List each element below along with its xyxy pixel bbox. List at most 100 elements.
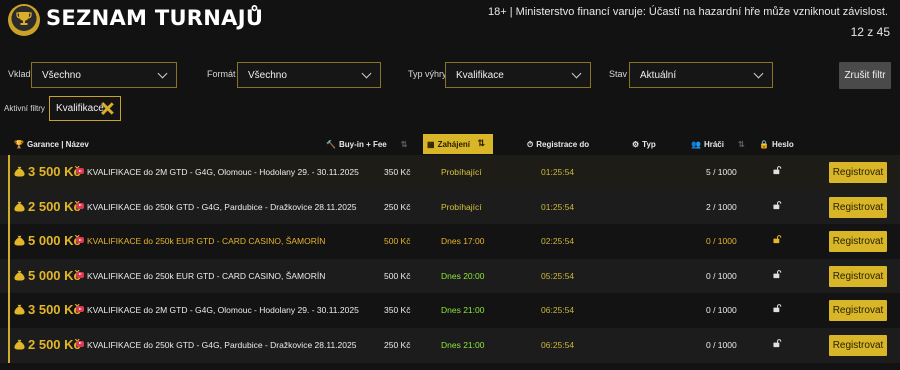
- column-hraci[interactable]: 👥 Hráči ⇅: [691, 140, 745, 149]
- row-start: Probíhající: [441, 167, 482, 177]
- youtube-icon: [76, 168, 84, 174]
- row-name[interactable]: KVALIFIKACE do 250k GTD - G4G, Pardubice…: [87, 340, 356, 350]
- filter-label-format: Formát: [207, 69, 236, 79]
- gear-icon: ⚙: [632, 140, 640, 149]
- row-garance: 2 500 Kč: [28, 336, 81, 352]
- format-select[interactable]: Všechno: [237, 62, 381, 88]
- table-row[interactable]: 5 000 Kč KVALIFIKACE do 250k EUR GTD - C…: [0, 258, 900, 294]
- register-button[interactable]: Registrovat: [829, 162, 887, 183]
- register-button[interactable]: Registrovat: [829, 334, 887, 356]
- youtube-icon: [76, 306, 84, 312]
- row-buyin: 500 Kč: [384, 270, 411, 281]
- format-select-value: Všechno: [248, 70, 287, 81]
- money-bag-icon: [14, 235, 25, 246]
- lock-icon: 🔒: [759, 140, 769, 149]
- youtube-icon: [76, 340, 84, 347]
- column-registrace[interactable]: ⏱ Registrace do: [527, 140, 589, 150]
- row-players: 0 / 1000: [706, 236, 737, 246]
- row-players: 0 / 1000: [706, 270, 737, 281]
- row-garance: 2 500 Kč: [28, 198, 81, 214]
- column-zahajeni[interactable]: ▦ Zahájení ⇅: [423, 134, 493, 154]
- money-bag-icon: [14, 304, 25, 315]
- column-garance[interactable]: 🏆 Garance | Název: [14, 140, 89, 149]
- row-buyin: 350 Kč: [384, 167, 411, 177]
- row-buyin: 250 Kč: [384, 201, 411, 212]
- unlocked-padlock-icon: [773, 166, 782, 175]
- unlocked-padlock-icon: [773, 200, 782, 209]
- register-button[interactable]: Registrovat: [829, 300, 887, 321]
- register-button[interactable]: Registrovat: [829, 196, 887, 218]
- chevron-down-icon: [571, 68, 582, 79]
- row-players: 0 / 1000: [706, 305, 737, 315]
- row-registration: 06:25:54: [541, 305, 575, 315]
- column-buyin[interactable]: 🔨 Buy-in + Fee ⇅: [326, 140, 407, 149]
- unlocked-padlock-icon: [773, 235, 782, 244]
- row-start: Dnes 20:00: [441, 270, 485, 281]
- money-bag-icon: [14, 339, 25, 350]
- filter-label-vklad: Vklad: [8, 69, 31, 79]
- row-accent-bar: [8, 327, 10, 363]
- row-name[interactable]: KVALIFIKACE do 2M GTD - G4G, Olomouc - H…: [87, 305, 359, 315]
- money-bag-icon: [14, 166, 25, 177]
- sort-icon[interactable]: ⇅: [401, 140, 408, 149]
- sort-icon[interactable]: ⇅: [738, 140, 745, 149]
- row-accent-bar: [8, 189, 10, 225]
- row-garance: 3 500 Kč: [28, 164, 81, 179]
- money-bag-icon: [14, 201, 25, 212]
- youtube-icon: [76, 237, 84, 243]
- table-row[interactable]: 3 500 Kč KVALIFIKACE do 2M GTD - G4G, Ol…: [0, 293, 900, 328]
- youtube-icon: [76, 271, 84, 278]
- row-buyin: 250 Kč: [384, 339, 411, 350]
- calendar-icon: ▦: [427, 140, 435, 149]
- sort-icon[interactable]: ⇅: [477, 138, 485, 149]
- row-players: 0 / 1000: [706, 339, 737, 350]
- close-icon[interactable]: [101, 102, 114, 115]
- row-registration: 01:25:54: [541, 201, 575, 212]
- results-count: 12 z 45: [850, 25, 890, 39]
- unlocked-padlock-icon: [773, 269, 782, 278]
- vklad-select[interactable]: Všechno: [31, 62, 177, 88]
- clear-filter-button[interactable]: Zrušit filtr: [839, 62, 891, 89]
- row-buyin: 500 Kč: [384, 236, 411, 246]
- stav-select[interactable]: Aktuální: [629, 62, 773, 88]
- filter-label-stav: Stav: [609, 69, 628, 79]
- row-buyin: 350 Kč: [384, 305, 411, 315]
- row-registration: 01:25:54: [541, 167, 575, 177]
- column-heslo[interactable]: 🔒 Heslo: [759, 140, 794, 149]
- table-row[interactable]: 3 500 Kč KVALIFIKACE do 2M GTD - G4G, Ol…: [0, 155, 900, 190]
- table-row[interactable]: 5 000 Kč KVALIFIKACE do 250k EUR GTD - C…: [0, 224, 900, 259]
- column-typ[interactable]: ⚙ Typ: [632, 140, 656, 149]
- typ-vyhry-select-value: Kvalifikace: [456, 70, 504, 81]
- gambling-warning: 18+ | Ministerstvo financí varuje: Účast…: [488, 6, 888, 18]
- table-row[interactable]: 2 500 Kč KVALIFIKACE do 250k GTD - G4G, …: [0, 189, 900, 225]
- row-name[interactable]: KVALIFIKACE do 250k EUR GTD - CARD CASIN…: [87, 236, 325, 246]
- active-filter-chip[interactable]: Kvalifikace: [49, 96, 121, 121]
- register-button[interactable]: Registrovat: [829, 265, 887, 287]
- trophy-coin-icon: [8, 4, 40, 36]
- row-accent-bar: [8, 258, 10, 294]
- register-button[interactable]: Registrovat: [829, 231, 887, 252]
- row-name[interactable]: KVALIFIKACE do 250k GTD - G4G, Pardubice…: [87, 202, 356, 212]
- unlocked-padlock-icon: [773, 338, 782, 347]
- active-filters-label: Aktivní filtry: [4, 104, 45, 113]
- trophy-icon: 🏆: [14, 140, 24, 149]
- row-name[interactable]: KVALIFIKACE do 2M GTD - G4G, Olomouc - H…: [87, 167, 359, 177]
- row-accent-bar: [8, 224, 10, 259]
- row-accent-bar: [8, 155, 10, 190]
- row-registration: 06:25:54: [541, 339, 575, 350]
- row-start: Dnes 21:00: [441, 305, 485, 315]
- row-registration: 02:25:54: [541, 236, 575, 246]
- row-garance: 5 000 Kč: [28, 267, 81, 283]
- row-players: 5 / 1000: [706, 167, 737, 177]
- filter-bar: Vklad Všechno Formát Všechno Typ výhry K…: [0, 60, 900, 90]
- typ-vyhry-select[interactable]: Kvalifikace: [445, 62, 591, 88]
- youtube-icon: [76, 202, 84, 209]
- unlocked-padlock-icon: [773, 304, 782, 313]
- stav-select-value: Aktuální: [640, 70, 677, 81]
- page-header: SEZNAM TURNAJŮ 18+ | Ministerstvo financ…: [0, 0, 900, 48]
- hammer-icon: 🔨: [326, 140, 336, 149]
- page-title: SEZNAM TURNAJŮ: [46, 6, 264, 30]
- chevron-down-icon: [157, 68, 168, 79]
- table-row[interactable]: 2 500 Kč KVALIFIKACE do 250k GTD - G4G, …: [0, 327, 900, 363]
- row-name[interactable]: KVALIFIKACE do 250k EUR GTD - CARD CASIN…: [87, 271, 325, 281]
